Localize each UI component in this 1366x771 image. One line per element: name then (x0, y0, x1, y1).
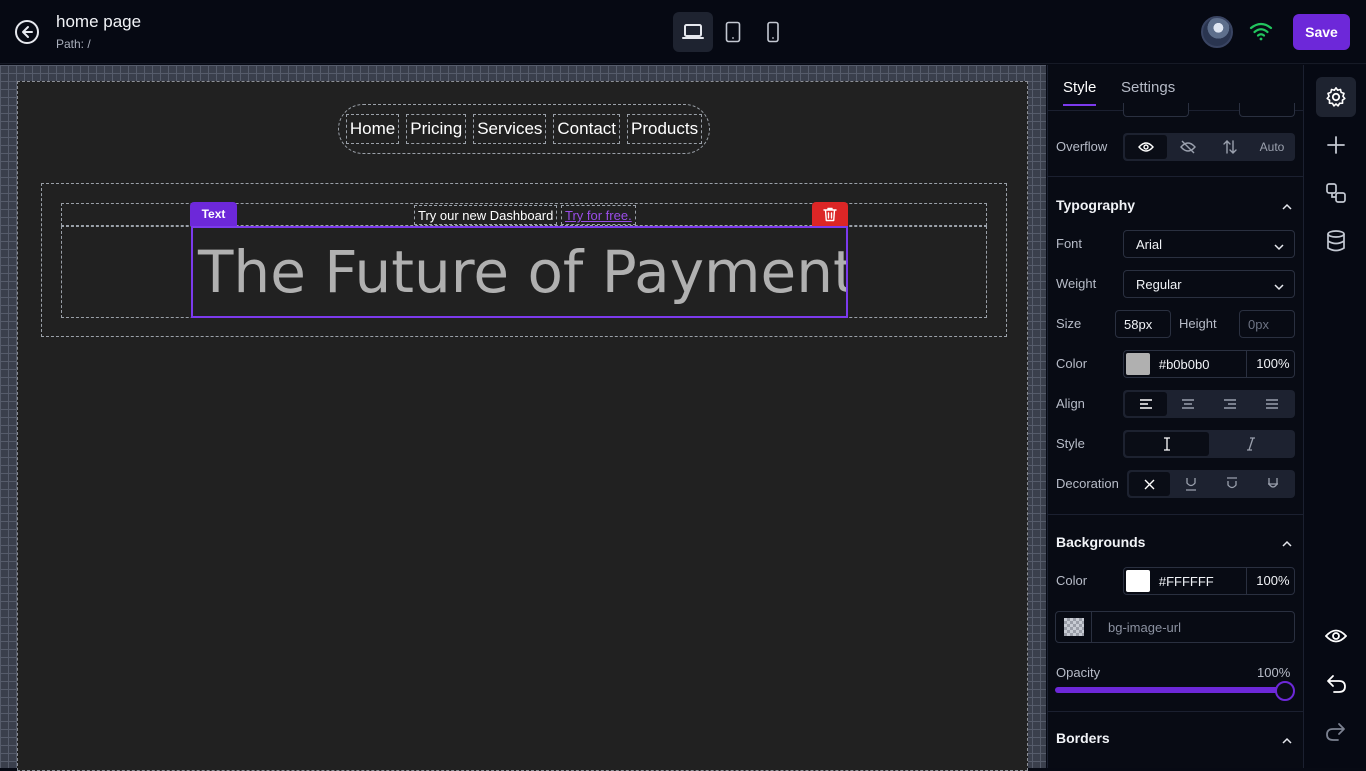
hero-section[interactable]: Try our new Dashboard Try for free. The … (41, 183, 1007, 337)
borders-title: Borders (1056, 730, 1110, 746)
nav-item-pricing[interactable]: Pricing (406, 114, 467, 144)
save-button[interactable]: Save (1293, 14, 1350, 50)
chevron-up-icon[interactable] (1282, 733, 1292, 744)
arrows-vertical-icon[interactable] (1209, 135, 1251, 159)
text-color-swatch[interactable] (1126, 353, 1150, 375)
phone-icon[interactable] (753, 12, 793, 52)
bg-color-label: Color (1056, 573, 1088, 588)
right-toolbar (1303, 65, 1366, 768)
align-justify-icon[interactable] (1251, 392, 1293, 416)
announcement-text[interactable]: Try our new Dashboard (414, 205, 558, 225)
bg-color-swatch[interactable] (1126, 570, 1150, 592)
decoration-segment (1127, 470, 1295, 498)
weight-label: Weight (1056, 276, 1097, 291)
top-bar: home page Path: / Save (0, 0, 1366, 64)
tab-style[interactable]: Style (1063, 79, 1097, 106)
font-select[interactable]: Arial (1123, 230, 1295, 258)
overflow-auto[interactable]: Auto (1251, 135, 1293, 159)
eye-preview-icon[interactable] (1316, 616, 1356, 656)
editor-canvas[interactable]: Home Pricing Services Contact Products T… (0, 65, 1046, 771)
trash-icon[interactable] (812, 202, 848, 226)
size-input[interactable]: 58px (1115, 310, 1171, 338)
tab-settings[interactable]: Settings (1121, 79, 1175, 96)
align-center-icon[interactable] (1167, 392, 1209, 416)
plus-icon[interactable] (1316, 125, 1356, 165)
avatar[interactable] (1201, 16, 1233, 48)
cut-off-field-b (1239, 103, 1295, 117)
overflow-segment: Auto (1123, 133, 1295, 161)
cut-off-field-a (1123, 103, 1189, 117)
size-label: Size (1056, 316, 1082, 331)
laptop-icon[interactable] (673, 12, 713, 52)
font-label: Font (1056, 236, 1083, 251)
chevron-down-icon (1274, 280, 1284, 295)
announcement-link[interactable]: Try for free. (561, 205, 636, 225)
opacity-slider-thumb[interactable] (1275, 681, 1295, 701)
headline-row[interactable]: The Future of Payments (61, 226, 987, 318)
font-value: Arial (1136, 237, 1163, 252)
italic-icon[interactable] (1209, 432, 1293, 456)
bg-image-input[interactable]: bg-image-url (1108, 620, 1181, 635)
redo-icon[interactable] (1316, 712, 1356, 752)
divider (1048, 514, 1303, 515)
eye-off-icon[interactable] (1167, 135, 1209, 159)
align-label: Align (1056, 396, 1085, 411)
text-color-opacity[interactable]: 100% (1246, 351, 1294, 377)
nav-bar[interactable]: Home Pricing Services Contact Products (338, 104, 710, 154)
nav-item-contact[interactable]: Contact (553, 114, 620, 144)
bg-color-opacity[interactable]: 100% (1246, 568, 1294, 594)
nav-item-products[interactable]: Products (627, 114, 703, 144)
weight-value: Regular (1136, 277, 1182, 292)
align-right-icon[interactable] (1209, 392, 1251, 416)
chevron-up-icon[interactable] (1282, 536, 1292, 547)
typography-title: Typography (1056, 197, 1136, 213)
layers-icon[interactable] (1316, 173, 1356, 213)
page-title: home page (56, 12, 142, 31)
height-input[interactable]: 0px (1239, 310, 1295, 338)
device-switcher (673, 12, 793, 52)
align-left-icon[interactable] (1125, 392, 1167, 416)
divider (1048, 711, 1303, 712)
align-segment (1123, 390, 1295, 418)
chevron-up-icon[interactable] (1282, 199, 1292, 210)
properties-panel: Style Settings Overflow Auto Typography … (1047, 65, 1303, 768)
style-label: Style (1056, 436, 1085, 451)
bg-image-field[interactable]: bg-image-url (1055, 611, 1295, 643)
page-path: Path: / (56, 37, 91, 51)
divider (1048, 176, 1303, 177)
text-color-value[interactable]: #b0b0b0 (1159, 357, 1246, 372)
height-label: Height (1179, 316, 1217, 331)
weight-select[interactable]: Regular (1123, 270, 1295, 298)
decoration-label: Decoration (1056, 476, 1119, 491)
overflow-label: Overflow (1056, 139, 1108, 154)
wifi-icon (1249, 20, 1273, 47)
color-label: Color (1056, 356, 1088, 371)
tablet-icon[interactable] (713, 12, 753, 52)
opacity-label: Opacity (1056, 665, 1101, 680)
nav-item-home[interactable]: Home (345, 114, 400, 144)
opacity-value: 100% (1257, 665, 1291, 680)
eye-icon[interactable] (1125, 135, 1167, 159)
text-color-field[interactable]: #b0b0b0 100% (1123, 350, 1295, 378)
underline-icon[interactable] (1170, 472, 1211, 496)
nav-item-services[interactable]: Services (473, 114, 547, 144)
database-icon[interactable] (1316, 221, 1356, 261)
back-arrow-icon[interactable] (14, 19, 40, 45)
text-cursor-icon[interactable] (1125, 432, 1209, 456)
page-frame[interactable]: Home Pricing Services Contact Products T… (17, 81, 1028, 771)
opacity-slider-track[interactable] (1055, 687, 1286, 693)
close-icon[interactable] (1129, 472, 1170, 496)
backgrounds-title: Backgrounds (1056, 534, 1146, 550)
strikethrough-icon[interactable] (1252, 472, 1293, 496)
bg-color-value[interactable]: #FFFFFF (1159, 574, 1246, 589)
image-placeholder-icon (1056, 612, 1092, 642)
headline-text[interactable]: The Future of Payments (191, 226, 848, 318)
bg-color-field[interactable]: #FFFFFF 100% (1123, 567, 1295, 595)
overline-icon[interactable] (1211, 472, 1252, 496)
style-segment (1123, 430, 1295, 458)
gear-icon[interactable] (1316, 77, 1356, 117)
undo-icon[interactable] (1316, 664, 1356, 704)
chevron-down-icon (1274, 240, 1284, 255)
selected-element-tag: Text (190, 202, 237, 226)
